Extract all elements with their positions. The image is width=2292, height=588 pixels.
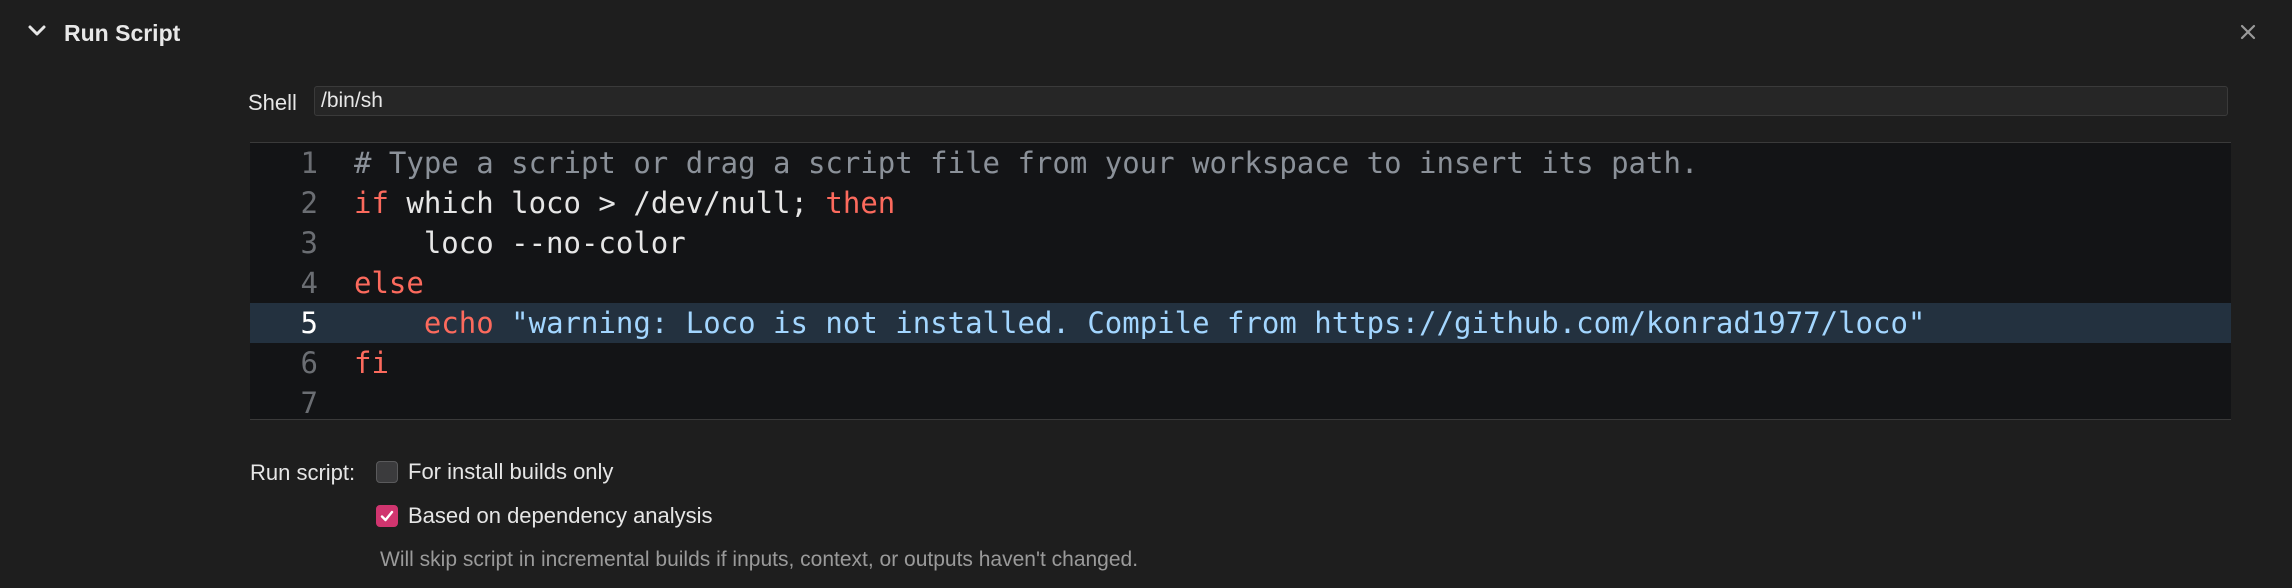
script-editor[interactable]: 1 # Type a script or drag a script file f… — [250, 142, 2231, 420]
code-text: if which loco > /dev/null; then — [354, 183, 895, 223]
line-number: 5 — [300, 306, 318, 340]
line-number: 4 — [300, 266, 318, 300]
install-builds-only-checkbox[interactable]: For install builds only — [376, 457, 613, 487]
code-line[interactable]: 6 fi — [250, 343, 2231, 383]
line-number: 1 — [300, 146, 318, 180]
code-line[interactable]: 1 # Type a script or drag a script file f… — [250, 143, 2231, 183]
keyword-token: then — [825, 186, 896, 220]
dependency-analysis-label: Based on dependency analysis — [408, 503, 713, 528]
code-token: which loco > /dev/null; — [388, 186, 826, 220]
line-number: 6 — [300, 346, 318, 380]
phase-header: Run Script — [0, 0, 2292, 66]
code-line[interactable]: 7 — [250, 383, 2231, 420]
shell-label: Shell — [248, 90, 297, 115]
string-token: "warning: Loco is not installed. Compile… — [511, 306, 1926, 340]
phase-title: Run Script — [64, 20, 181, 46]
keyword-token: else — [354, 266, 424, 300]
shell-field[interactable] — [314, 86, 2228, 116]
code-text: fi — [354, 343, 389, 383]
code-token: loco --no-color — [354, 226, 686, 260]
code-text: else — [354, 263, 424, 303]
code-text: loco --no-color — [354, 223, 686, 263]
checkbox-box[interactable] — [376, 505, 398, 527]
comment-token: # Type a script or drag a script file fr… — [354, 146, 1699, 180]
line-number: 3 — [300, 226, 318, 260]
install-builds-only-label: For install builds only — [408, 459, 614, 484]
code-line[interactable]: 2 if which loco > /dev/null; then — [250, 183, 2231, 223]
checkbox-box[interactable] — [376, 461, 398, 483]
code-line[interactable]: 4 else — [250, 263, 2231, 303]
line-number: 2 — [300, 186, 318, 220]
close-icon[interactable] — [2236, 20, 2260, 44]
chevron-down-icon[interactable] — [24, 18, 50, 44]
code-line[interactable]: 5 echo "warning: Loco is not installed. … — [250, 303, 2231, 343]
dependency-analysis-note: Will skip script in incremental builds i… — [380, 548, 1139, 571]
dependency-analysis-checkbox[interactable]: Based on dependency analysis — [376, 501, 713, 531]
code-text: echo "warning: Loco is not installed. Co… — [354, 303, 1926, 343]
code-text: # Type a script or drag a script file fr… — [354, 143, 1698, 183]
code-line[interactable]: 3 loco --no-color — [250, 223, 2231, 263]
keyword-token: if — [354, 186, 389, 220]
line-number: 7 — [300, 386, 318, 420]
shell-input[interactable] — [315, 87, 2227, 115]
checkmark-icon — [380, 510, 394, 522]
keyword-token: echo — [423, 306, 494, 340]
keyword-token: fi — [354, 346, 389, 380]
run-script-label: Run script: — [250, 460, 356, 485]
run-script-phase: Run Script Shell 1 # Type a script or dra… — [0, 0, 2292, 588]
